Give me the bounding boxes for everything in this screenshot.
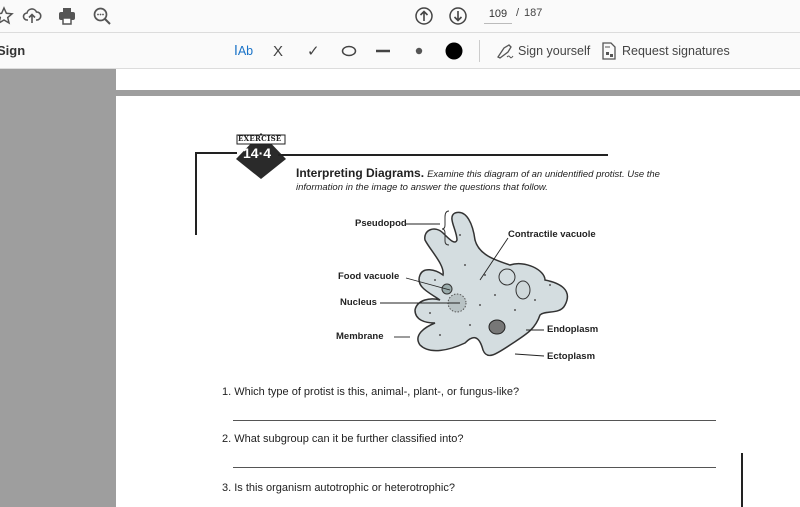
total-pages: 187 [524,7,543,19]
small-dot-icon [415,47,423,55]
color-swatch-icon [445,42,463,60]
add-text-tool[interactable]: I Ab [234,40,253,62]
page-number-input[interactable] [484,5,512,24]
label-contractile-vacuole: Contractile vacuole [508,229,596,240]
arrow-down-circle-icon[interactable] [446,4,470,28]
question-1: 1. Which type of protist is this, animal… [222,386,520,398]
page-separator: / [516,7,520,19]
header-rule-vertical [195,152,197,235]
arrow-up-circle-icon[interactable] [412,4,436,28]
label-nucleus: Nucleus [340,297,377,308]
sign-yourself-button[interactable]: Sign yourself [495,40,590,62]
dot-tool[interactable] [414,40,424,62]
cross-mark-icon: X [273,42,284,60]
toolbar-divider [479,40,480,62]
check-mark-tool[interactable]: ✓ [307,40,320,62]
label-ectoplasm: Ectoplasm [547,351,596,362]
label-pseudopod: Pseudopod [355,218,407,229]
exercise-number: 14·4 [243,145,272,161]
color-picker[interactable] [444,40,464,62]
upload-cloud-icon[interactable] [20,4,44,28]
exercise-label: EXERCISE [238,134,282,143]
document-request-icon [602,42,616,60]
heading-title: Interpreting Diagrams. [296,166,425,180]
question-2: 2. What subgroup can it be further class… [222,433,464,445]
label-membrane: Membrane [336,331,384,342]
line-tool[interactable] [375,40,391,62]
circle-tool[interactable] [341,40,357,62]
cross-mark-tool[interactable]: X [273,40,283,62]
ellipse-icon [341,45,357,57]
request-signatures-button[interactable]: Request signatures [601,40,730,62]
answer-line-1[interactable] [233,420,716,421]
sign-yourself-label: Sign yourself [518,44,591,58]
label-endoplasm: Endoplasm [547,324,599,335]
label-food-vacuole: Food vacuole [338,271,400,282]
page-border-right [741,453,743,507]
answer-line-2[interactable] [233,467,716,468]
pen-sign-icon [497,44,514,59]
add-text-label: Ab [237,44,254,58]
sign-toolbar-title: Sign [0,43,26,58]
request-signatures-label: Request signatures [622,44,730,58]
bookmark-star-icon[interactable] [0,4,16,28]
line-icon [376,49,390,53]
main-toolbar: / 187 [0,0,800,33]
previous-page-bottom [116,69,800,90]
header-rule-left [195,152,237,154]
check-mark-icon: ✓ [307,42,320,60]
question-3: 3. Is this organism autotrophic or heter… [222,482,455,494]
print-icon[interactable] [55,4,79,28]
find-zoom-icon[interactable] [90,4,114,28]
exercise-heading: Interpreting Diagrams. Examine this diag… [296,167,706,194]
header-rule-right [278,154,608,156]
